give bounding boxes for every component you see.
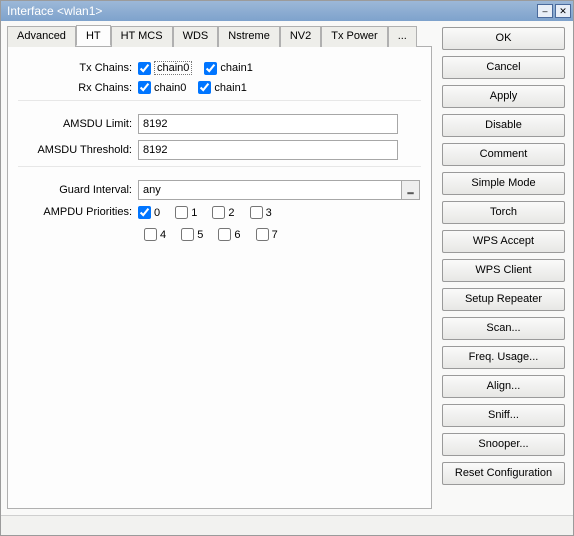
checkbox-input-rx-chain0[interactable]	[138, 81, 151, 94]
tab-ht[interactable]: HT	[76, 25, 111, 46]
checkbox-input-ampdu-0[interactable]	[138, 206, 151, 219]
simple-mode-button[interactable]: Simple Mode	[442, 172, 565, 195]
wps-accept-button[interactable]: WPS Accept	[442, 230, 565, 253]
checkbox-ampdu-1[interactable]: 1	[175, 206, 197, 219]
input-amsdu-threshold[interactable]	[138, 140, 398, 160]
checkbox-input-tx-chain0[interactable]	[138, 62, 151, 75]
tab-ht-mcs[interactable]: HT MCS	[111, 26, 173, 47]
checkbox-input-rx-chain1[interactable]	[198, 81, 211, 94]
cancel-button[interactable]: Cancel	[442, 56, 565, 79]
tab-nstreme[interactable]: Nstreme	[218, 26, 280, 47]
tab-content-ht: Tx Chains: chain0 chain1 Rx Chains: chai…	[7, 47, 432, 509]
side-button-panel: OK Cancel Apply Disable Comment Simple M…	[438, 21, 573, 515]
row-rx-chains: Rx Chains: chain0 chain1	[18, 81, 421, 94]
window: Interface <wlan1> – ✕ Advanced HT HT MCS…	[0, 0, 574, 536]
minimize-icon[interactable]: –	[537, 4, 553, 18]
checkbox-ampdu-2[interactable]: 2	[212, 206, 234, 219]
tab-advanced[interactable]: Advanced	[7, 26, 76, 47]
input-amsdu-limit[interactable]	[138, 114, 398, 134]
snooper-button[interactable]: Snooper...	[442, 433, 565, 456]
separator	[18, 166, 421, 176]
sniff-button[interactable]: Sniff...	[442, 404, 565, 427]
input-guard-interval[interactable]	[138, 180, 402, 200]
wps-client-button[interactable]: WPS Client	[442, 259, 565, 282]
label-ampdu-7: 7	[272, 229, 278, 241]
checkbox-input-ampdu-3[interactable]	[250, 206, 263, 219]
scan-button[interactable]: Scan...	[442, 317, 565, 340]
label-amsdu-limit: AMSDU Limit:	[18, 118, 138, 130]
close-icon[interactable]: ✕	[555, 4, 571, 18]
status-bar	[1, 515, 573, 535]
checkbox-input-ampdu-5[interactable]	[181, 228, 194, 241]
apply-button[interactable]: Apply	[442, 85, 565, 108]
tab-nv2[interactable]: NV2	[280, 26, 321, 47]
align-button[interactable]: Align...	[442, 375, 565, 398]
label-rx-chains: Rx Chains:	[18, 82, 138, 94]
label-tx-chains: Tx Chains:	[18, 62, 138, 74]
window-title: Interface <wlan1>	[7, 4, 535, 18]
tab-tx-power[interactable]: Tx Power	[321, 26, 387, 47]
row-guard-interval: Guard Interval: ‗	[18, 180, 421, 200]
main-panel: Advanced HT HT MCS WDS Nstreme NV2 Tx Po…	[1, 21, 438, 515]
label-ampdu-3: 3	[266, 207, 272, 219]
label-rx-chain1: chain1	[214, 82, 246, 94]
label-ampdu-1: 1	[191, 207, 197, 219]
checkbox-tx-chain0[interactable]: chain0	[138, 61, 192, 75]
checkbox-input-ampdu-1[interactable]	[175, 206, 188, 219]
window-body: Advanced HT HT MCS WDS Nstreme NV2 Tx Po…	[1, 21, 573, 515]
label-rx-chain0: chain0	[154, 82, 186, 94]
checkbox-input-ampdu-4[interactable]	[144, 228, 157, 241]
torch-button[interactable]: Torch	[442, 201, 565, 224]
checkbox-ampdu-3[interactable]: 3	[250, 206, 272, 219]
label-ampdu-5: 5	[197, 229, 203, 241]
dropdown-icon[interactable]: ‗	[402, 180, 420, 200]
ok-button[interactable]: OK	[442, 27, 565, 50]
label-tx-chain0: chain0	[154, 61, 192, 75]
checkbox-rx-chain1[interactable]: chain1	[198, 81, 246, 94]
label-ampdu-4: 4	[160, 229, 166, 241]
ampdu-priorities-group1: 0 1 2 3	[138, 206, 284, 222]
checkbox-ampdu-0[interactable]: 0	[138, 206, 160, 219]
label-amsdu-threshold: AMSDU Threshold:	[18, 144, 138, 156]
tab-strip: Advanced HT HT MCS WDS Nstreme NV2 Tx Po…	[7, 25, 432, 47]
checkbox-tx-chain1[interactable]: chain1	[204, 62, 252, 75]
checkbox-input-ampdu-6[interactable]	[218, 228, 231, 241]
label-ampdu-0: 0	[154, 207, 160, 219]
ampdu-priorities-group2: 4 5 6 7	[144, 228, 421, 244]
row-ampdu-priorities: AMPDU Priorities: 0 1 2 3	[18, 206, 421, 222]
separator	[18, 100, 421, 110]
row-amsdu-limit: AMSDU Limit:	[18, 114, 421, 134]
setup-repeater-button[interactable]: Setup Repeater	[442, 288, 565, 311]
reset-configuration-button[interactable]: Reset Configuration	[442, 462, 565, 485]
checkbox-rx-chain0[interactable]: chain0	[138, 81, 186, 94]
disable-button[interactable]: Disable	[442, 114, 565, 137]
guard-interval-field: ‗	[138, 180, 420, 200]
label-guard-interval: Guard Interval:	[18, 184, 138, 196]
label-tx-chain1: chain1	[220, 62, 252, 74]
freq-usage-button[interactable]: Freq. Usage...	[442, 346, 565, 369]
checkbox-input-ampdu-2[interactable]	[212, 206, 225, 219]
label-ampdu-2: 2	[228, 207, 234, 219]
checkbox-input-ampdu-7[interactable]	[256, 228, 269, 241]
tab-wds[interactable]: WDS	[173, 26, 219, 47]
checkbox-input-tx-chain1[interactable]	[204, 62, 217, 75]
checkbox-ampdu-6[interactable]: 6	[218, 228, 240, 241]
checkbox-ampdu-4[interactable]: 4	[144, 228, 166, 241]
checkbox-ampdu-5[interactable]: 5	[181, 228, 203, 241]
checkbox-ampdu-7[interactable]: 7	[256, 228, 278, 241]
comment-button[interactable]: Comment	[442, 143, 565, 166]
row-amsdu-threshold: AMSDU Threshold:	[18, 140, 421, 160]
label-ampdu-6: 6	[234, 229, 240, 241]
titlebar: Interface <wlan1> – ✕	[1, 1, 573, 21]
label-ampdu-priorities: AMPDU Priorities:	[18, 206, 138, 218]
row-tx-chains: Tx Chains: chain0 chain1	[18, 61, 421, 75]
tab-more[interactable]: ...	[388, 26, 417, 47]
